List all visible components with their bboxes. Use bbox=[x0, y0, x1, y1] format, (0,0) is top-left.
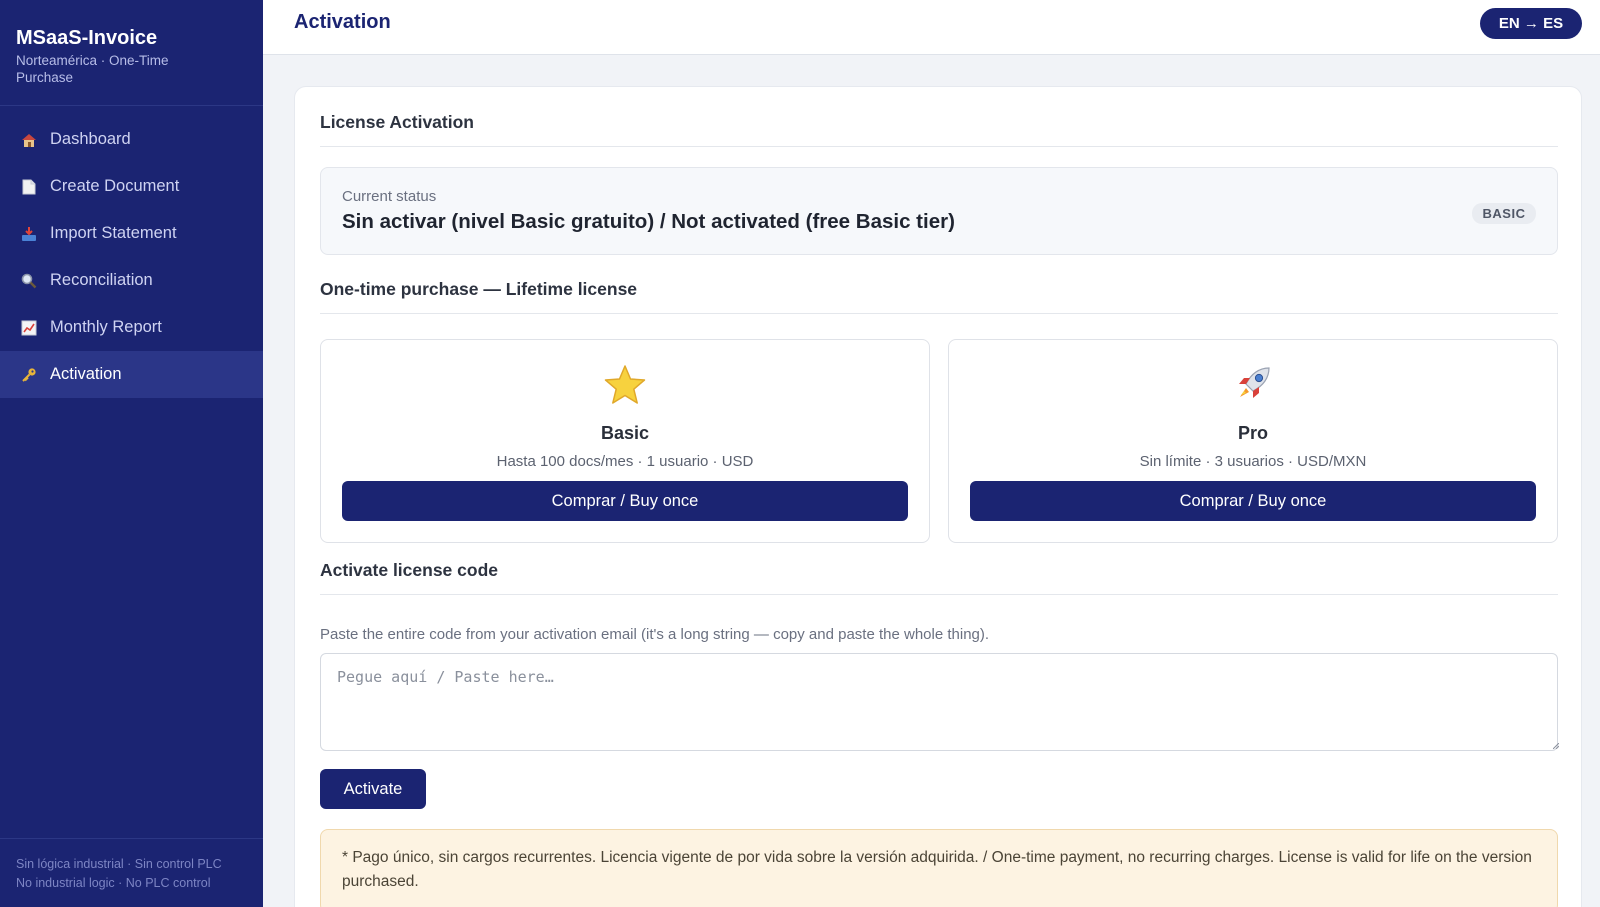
plan-description: Hasta 100 docs/mes · 1 usuario · USD bbox=[496, 453, 754, 470]
sidebar-item-activation[interactable]: Activation bbox=[0, 351, 263, 398]
inbox-tray-icon bbox=[20, 225, 38, 243]
activate-button[interactable]: Activate bbox=[320, 769, 426, 809]
divider bbox=[320, 594, 1558, 595]
activation-card: License Activation Current status Sin ac… bbox=[294, 86, 1582, 907]
house-icon bbox=[20, 131, 38, 149]
status-badge: BASIC bbox=[1472, 203, 1536, 224]
status-box: Current status Sin activar (nivel Basic … bbox=[320, 167, 1558, 255]
buy-basic-button[interactable]: Comprar / Buy once bbox=[342, 481, 908, 521]
plan-card-basic: Basic Hasta 100 docs/mes · 1 usuario · U… bbox=[320, 339, 930, 543]
license-section-title: License Activation bbox=[320, 112, 474, 132]
footer-line-en: No industrial logic · No PLC control bbox=[16, 876, 211, 890]
document-icon bbox=[20, 178, 38, 196]
sidebar-item-import-statement[interactable]: Import Statement bbox=[0, 210, 263, 257]
sidebar-item-label: Import Statement bbox=[50, 224, 177, 242]
key-icon bbox=[20, 366, 38, 384]
sidebar-item-monthly-report[interactable]: Monthly Report bbox=[0, 304, 263, 351]
sidebar-nav: Dashboard Create Document Import Stateme… bbox=[0, 116, 263, 398]
sidebar-footer: Sin lógica industrial · Sin control PLC … bbox=[0, 838, 263, 907]
buy-pro-button[interactable]: Comprar / Buy once bbox=[970, 481, 1536, 521]
plan-description: Sin límite · 3 usuarios · USD/MXN bbox=[1139, 453, 1367, 470]
sidebar: MSaaS-Invoice Norteamérica · One-Time Pu… bbox=[0, 0, 263, 907]
divider bbox=[320, 146, 1558, 147]
page-title: Activation bbox=[294, 11, 391, 33]
purchase-section-title: One-time purchase — Lifetime license bbox=[320, 279, 638, 299]
footer-line-es: Sin lógica industrial · Sin control PLC bbox=[16, 857, 222, 871]
top-bar: Activation EN → ES bbox=[263, 0, 1600, 55]
divider bbox=[320, 313, 1558, 314]
language-toggle-button[interactable]: EN → ES bbox=[1480, 8, 1582, 39]
magnifier-icon bbox=[20, 272, 38, 290]
sidebar-item-create-document[interactable]: Create Document bbox=[0, 163, 263, 210]
sidebar-item-label: Monthly Report bbox=[50, 318, 162, 336]
plan-name: Basic bbox=[600, 423, 650, 443]
status-value: Sin activar (nivel Basic gratuito) / Not… bbox=[342, 210, 955, 233]
sidebar-item-label: Dashboard bbox=[50, 130, 131, 148]
brand: MSaaS-Invoice Norteamérica · One-Time Pu… bbox=[0, 0, 263, 106]
activation-hint: Paste the entire code from your activati… bbox=[320, 626, 990, 643]
activate-section-title: Activate license code bbox=[320, 560, 498, 580]
brand-title: MSaaS-Invoice bbox=[16, 27, 158, 49]
brand-subtitle: Norteamérica · One-Time Purchase bbox=[16, 53, 169, 85]
plan-name: Pro bbox=[1237, 423, 1268, 443]
plan-card-pro: Pro Sin límite · 3 usuarios · USD/MXN Co… bbox=[948, 339, 1558, 543]
status-label: Current status bbox=[342, 188, 437, 205]
sidebar-item-label: Create Document bbox=[50, 177, 180, 195]
rocket-icon bbox=[949, 364, 1557, 406]
sidebar-item-label: Reconciliation bbox=[50, 271, 153, 289]
sidebar-item-label: Activation bbox=[50, 365, 122, 383]
sidebar-item-reconciliation[interactable]: Reconciliation bbox=[0, 257, 263, 304]
payment-note: * Pago único, sin cargos recurrentes. Li… bbox=[320, 829, 1558, 907]
license-code-input[interactable] bbox=[320, 653, 1558, 751]
star-icon bbox=[321, 364, 929, 406]
resize-grip-icon[interactable] bbox=[1553, 743, 1559, 749]
chart-icon bbox=[20, 319, 38, 337]
sidebar-item-dashboard[interactable]: Dashboard bbox=[0, 116, 263, 163]
